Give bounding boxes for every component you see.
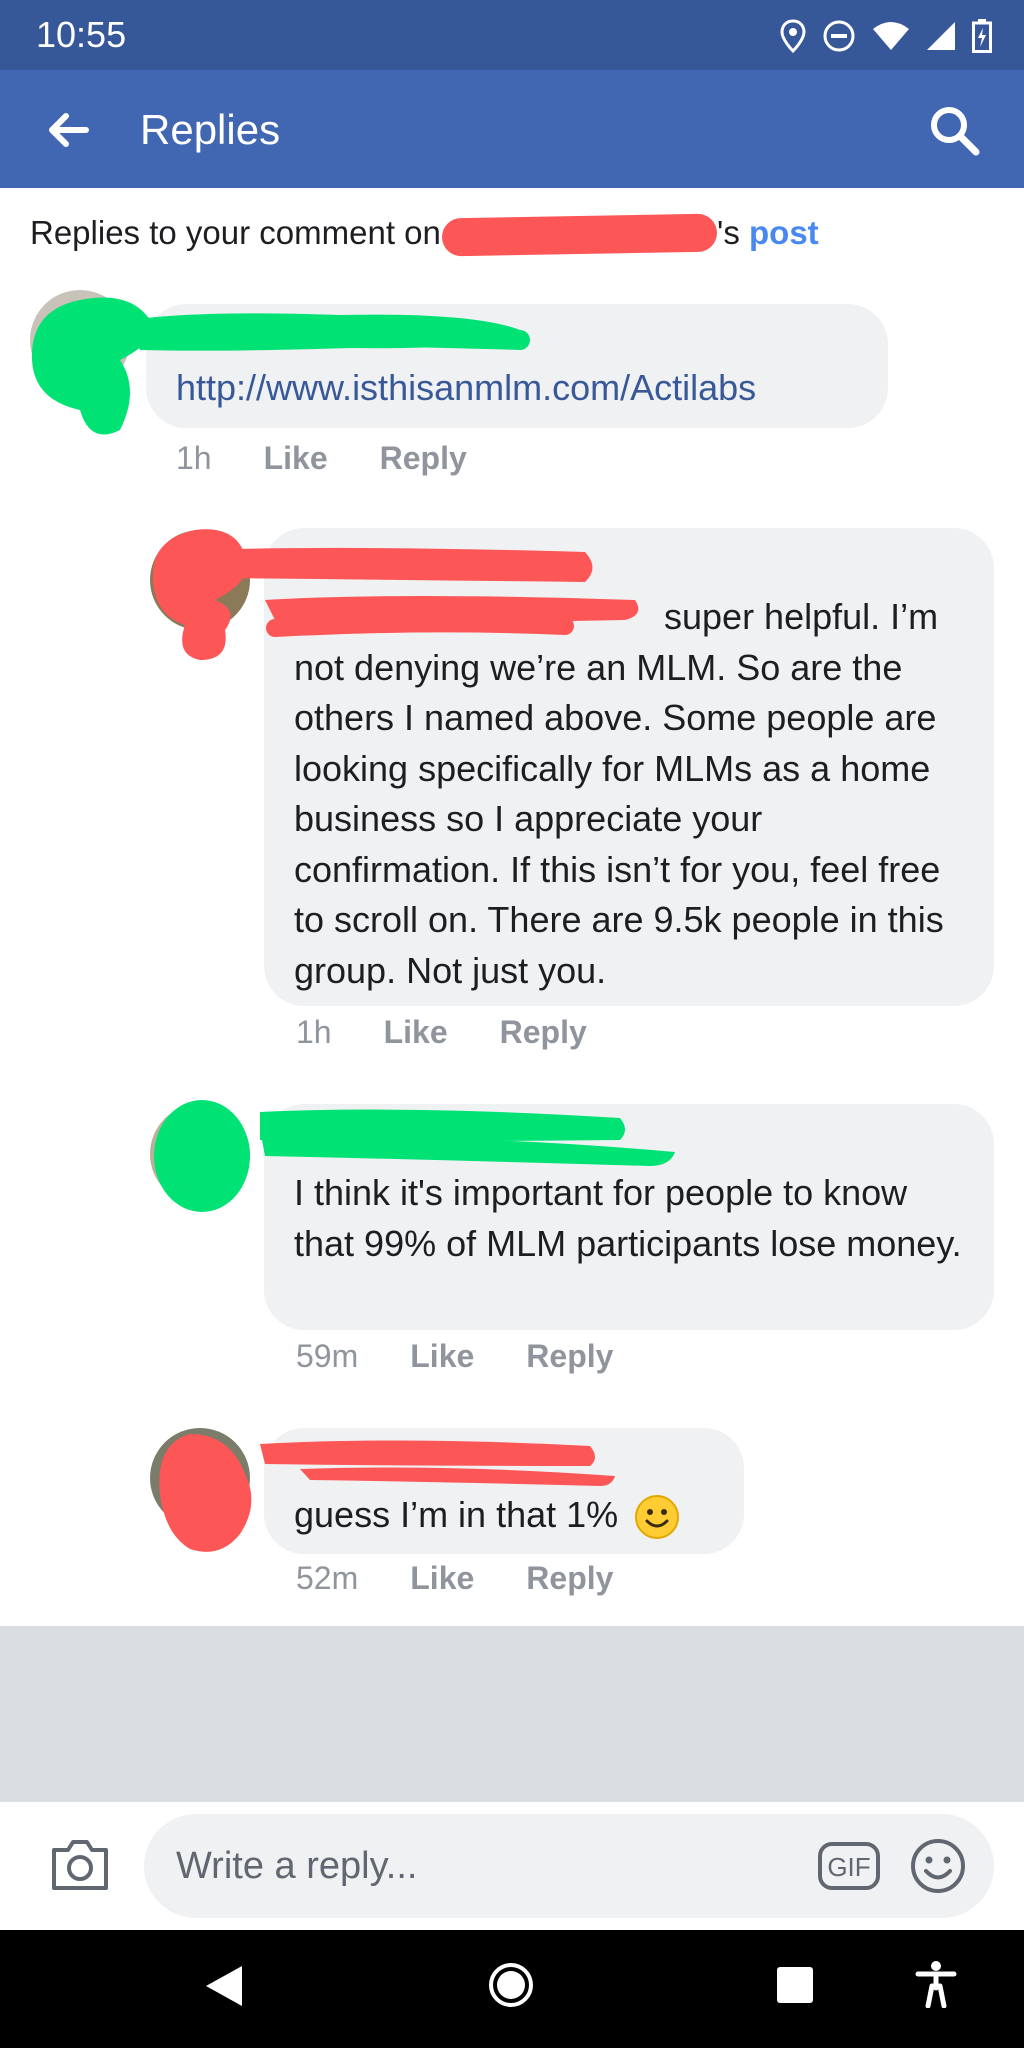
redacted-name — [441, 213, 718, 257]
comment-time: 52m — [296, 1560, 359, 1596]
reply-button[interactable]: Reply — [526, 1338, 613, 1375]
reply-button[interactable]: Reply — [526, 1560, 613, 1597]
emoji-icon[interactable] — [910, 1838, 966, 1894]
comment-time: 59m — [296, 1338, 359, 1374]
smiley-emoji-icon — [635, 1495, 680, 1540]
post-link[interactable]: post — [749, 214, 819, 251]
comment-actions: 52m Like Reply — [296, 1560, 613, 1597]
search-icon[interactable] — [926, 102, 982, 158]
home-circle-icon[interactable] — [486, 1960, 536, 2010]
gif-icon[interactable]: GIF — [818, 1842, 880, 1890]
redaction-scribble — [152, 529, 639, 660]
wifi-icon — [873, 22, 909, 50]
reply-button[interactable]: Reply — [500, 1014, 587, 1051]
empty-area — [0, 1626, 1024, 1802]
status-icons — [780, 16, 992, 56]
comment-actions: 1h Like Reply — [296, 1014, 587, 1051]
redaction-scribble — [31, 297, 530, 435]
comment-actions: 1h Like Reply — [176, 440, 467, 477]
signal-icon — [927, 22, 955, 50]
comment-time: 1h — [176, 440, 212, 476]
comment-time: 1h — [296, 1014, 332, 1050]
back-arrow-icon[interactable] — [44, 106, 92, 154]
like-button[interactable]: Like — [410, 1560, 474, 1597]
page-title: Replies — [140, 106, 281, 153]
camera-icon[interactable] — [50, 1838, 110, 1892]
do-not-disturb-icon — [823, 20, 855, 52]
comment-actions: 59m Like Reply — [296, 1338, 613, 1375]
recents-square-icon[interactable] — [776, 1966, 814, 2004]
like-button[interactable]: Like — [384, 1014, 448, 1051]
status-bar: 10:55 — [0, 0, 1024, 70]
accessibility-icon[interactable] — [914, 1960, 958, 2008]
redaction-scribble — [159, 1434, 615, 1552]
reply-button[interactable]: Reply — [380, 440, 467, 477]
redaction-scribble — [154, 1100, 675, 1212]
like-button[interactable]: Like — [410, 1338, 474, 1375]
location-icon — [780, 19, 806, 53]
subheader-possessive: 's — [717, 214, 740, 251]
compose-bar: GIF — [0, 1802, 1024, 1930]
replies-subheader: Replies to your comment on 's post — [30, 213, 819, 257]
status-time: 10:55 — [36, 14, 127, 55]
system-nav-bar — [0, 1930, 1024, 2048]
back-triangle-icon[interactable] — [204, 1964, 244, 2008]
subheader-prefix: Replies to your comment on — [30, 214, 441, 251]
app-bar: Replies — [0, 70, 1024, 188]
battery-icon — [972, 19, 992, 53]
like-button[interactable]: Like — [264, 440, 328, 477]
gif-label: GIF — [827, 1852, 870, 1882]
